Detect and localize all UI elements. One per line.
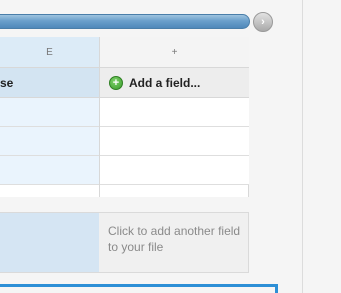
- selected-sheet-frame: [0, 284, 278, 293]
- horizontal-scrollbar[interactable]: [0, 14, 250, 29]
- summary-cell-e[interactable]: [0, 213, 99, 272]
- table-cell[interactable]: [100, 127, 249, 156]
- scroll-right-button[interactable]: ›: [253, 12, 273, 32]
- column-e[interactable]: E se: [0, 37, 99, 197]
- table-cell[interactable]: [0, 127, 99, 156]
- table-cell[interactable]: [0, 156, 99, 185]
- summary-row: Click to add another field to your file: [0, 212, 249, 273]
- add-field-label: Add a field...: [129, 75, 201, 90]
- add-column-letter[interactable]: +: [100, 37, 249, 68]
- chevron-right-icon: ›: [261, 16, 265, 28]
- spreadsheet-grid: E se + + Add a field...: [0, 37, 249, 233]
- add-field-column: + + Add a field...: [99, 37, 249, 197]
- add-field-button[interactable]: + Add a field...: [100, 68, 249, 98]
- plus-circle-icon: +: [109, 75, 123, 90]
- table-cell[interactable]: [100, 156, 249, 185]
- column-letter-e[interactable]: E: [0, 37, 99, 68]
- table-cell[interactable]: [100, 98, 249, 127]
- field-header-e-label: se: [0, 75, 14, 90]
- panel-divider: [302, 0, 303, 293]
- table-cell[interactable]: [0, 98, 99, 127]
- add-field-hint[interactable]: Click to add another field to your file: [108, 223, 243, 255]
- field-header-e[interactable]: se: [0, 68, 99, 98]
